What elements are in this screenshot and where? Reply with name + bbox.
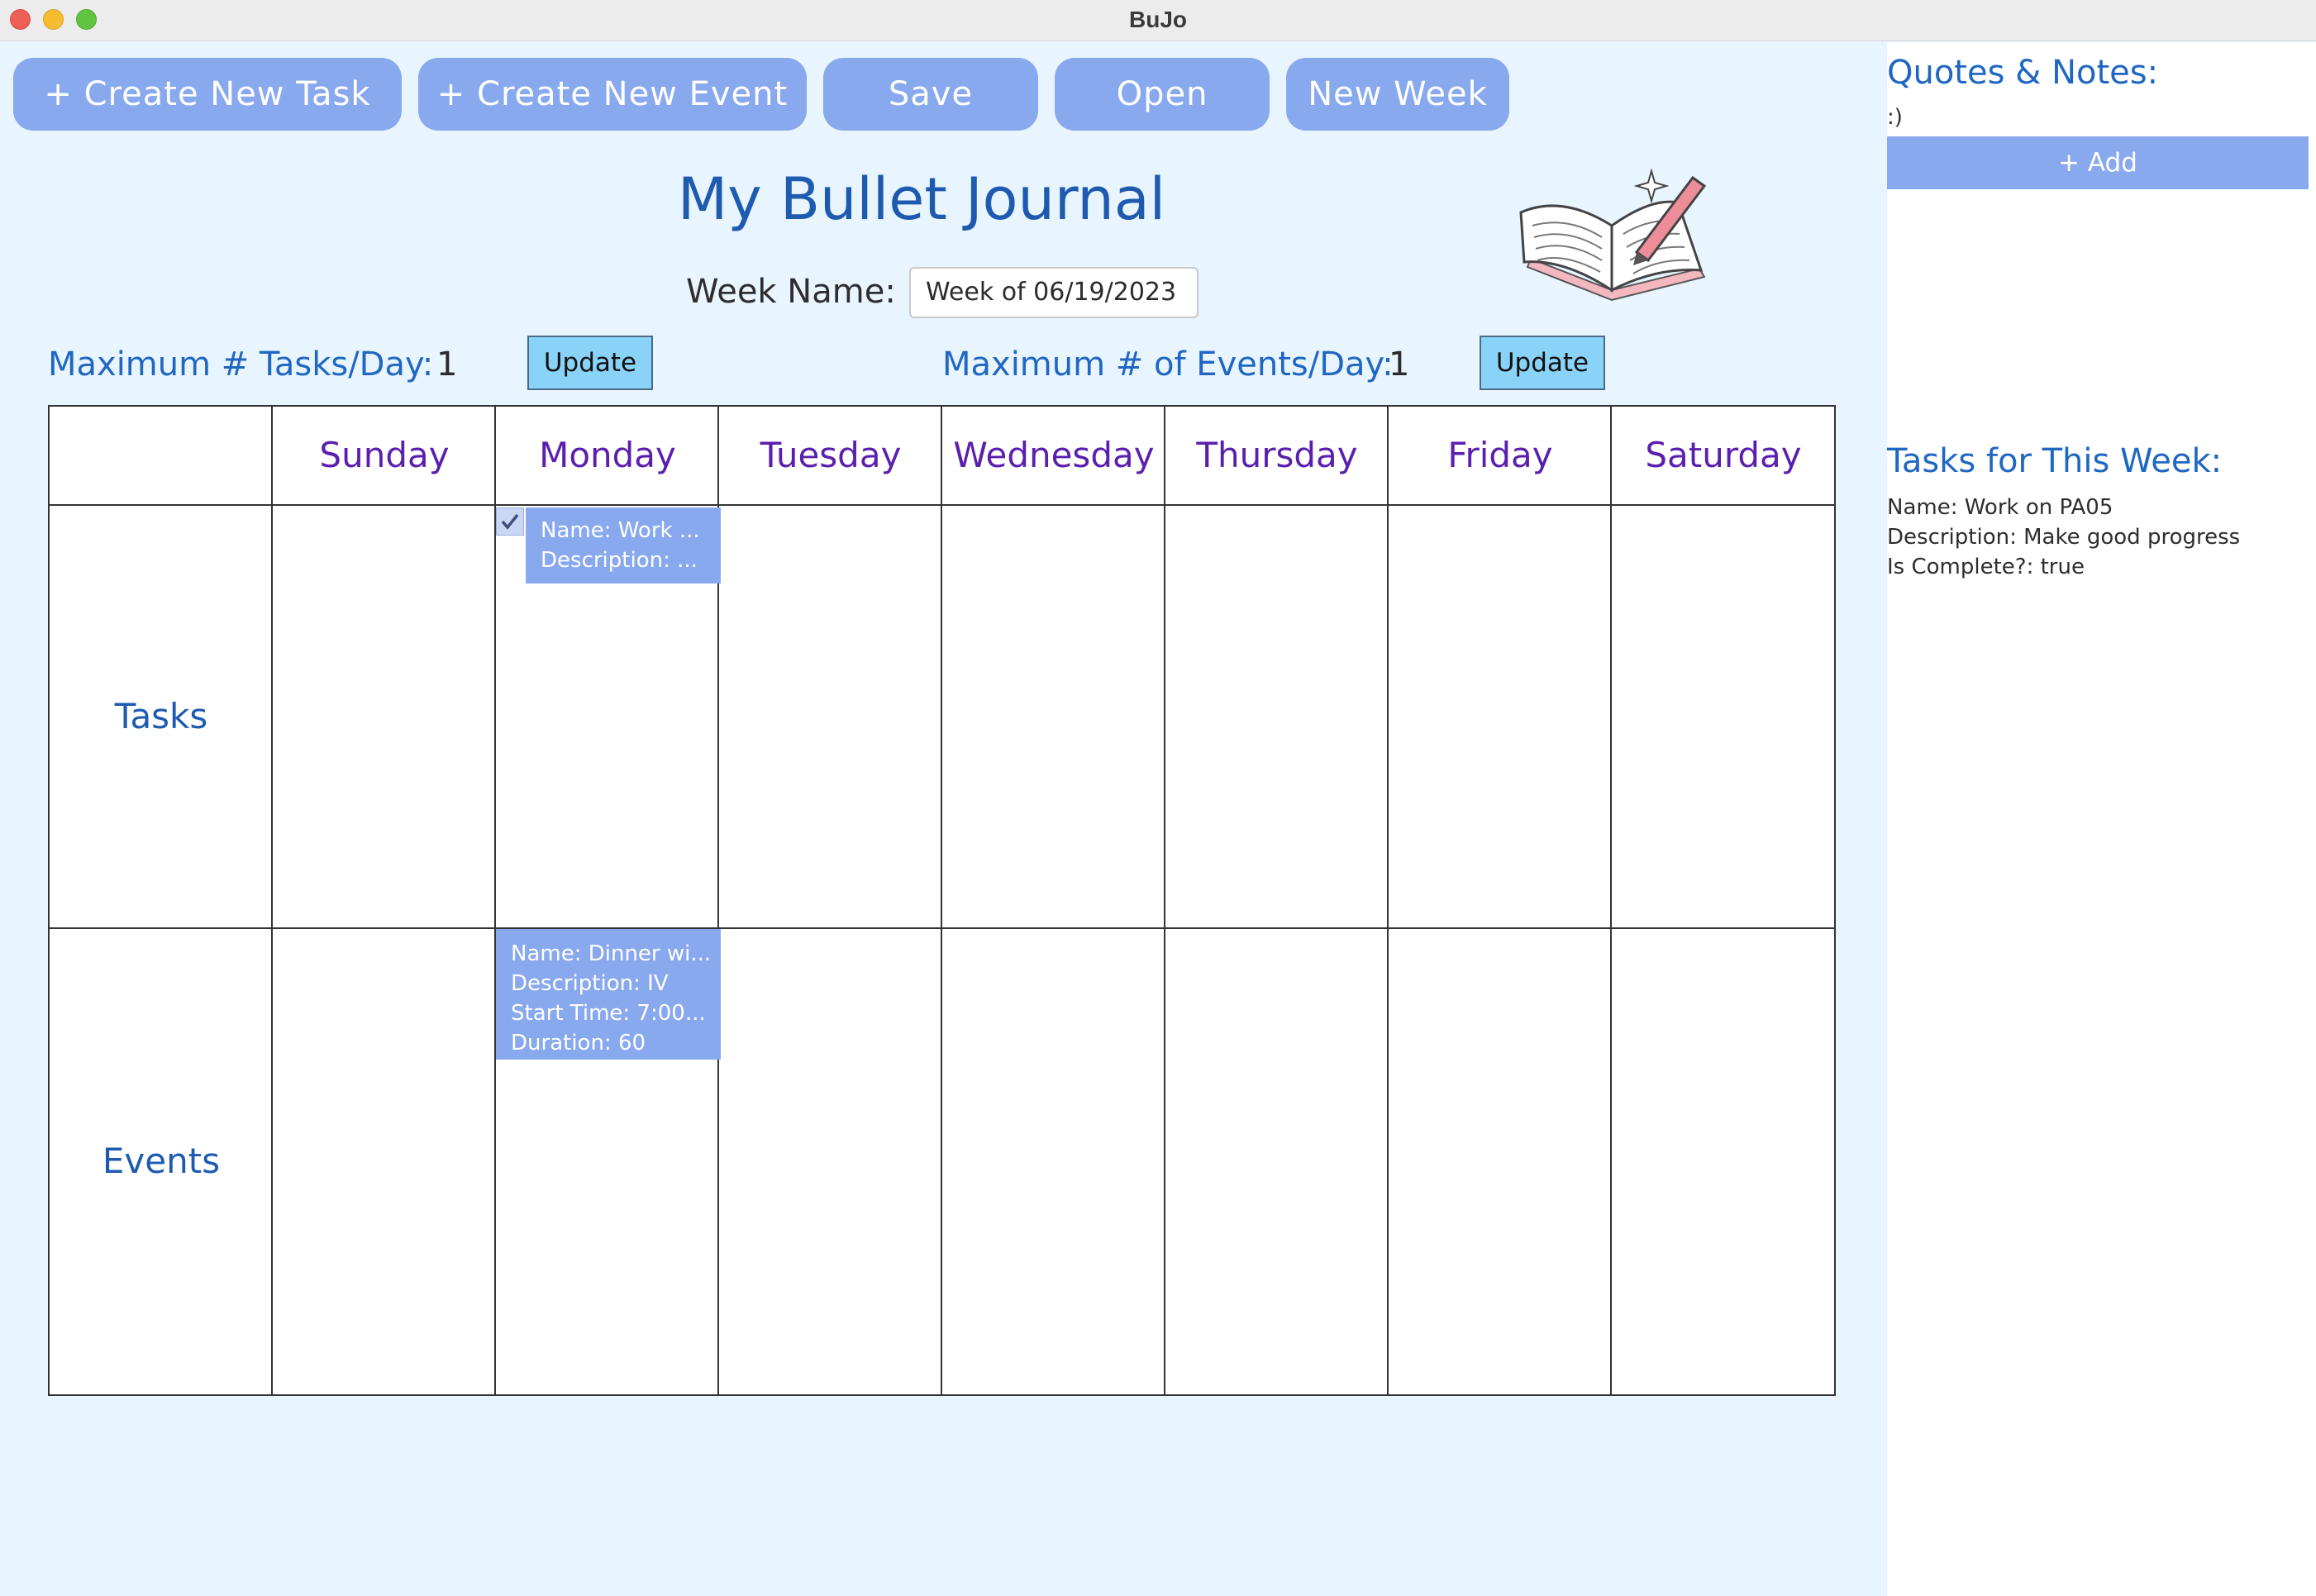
grid-divider xyxy=(1164,407,1165,1394)
event-card[interactable]: Name: Dinner wi... Description: IV Start… xyxy=(496,929,721,1060)
max-events-label: Maximum # of Events/Day: xyxy=(942,345,1394,384)
open-book-with-pen-icon xyxy=(1519,168,1707,302)
row-header-tasks: Tasks xyxy=(114,696,208,736)
event-card-description: Description: IV xyxy=(511,971,669,996)
task-card[interactable]: Name: Work ... Description: ... xyxy=(526,507,721,584)
right-sidebar: Quotes & Notes: :) + Add Tasks for This … xyxy=(1887,42,2316,1596)
window-title: BuJo xyxy=(1129,7,1187,32)
grid-divider xyxy=(50,927,1834,929)
grid-divider xyxy=(1387,407,1389,1394)
day-header-saturday: Saturday xyxy=(1645,435,1802,475)
row-header-events: Events xyxy=(102,1141,221,1181)
task-card-description: Description: ... xyxy=(541,548,698,573)
week-name-field[interactable]: Week of 06/19/2023 xyxy=(909,267,1199,318)
save-button[interactable]: Save xyxy=(823,58,1038,131)
task-complete-checkbox[interactable] xyxy=(496,507,524,536)
app-window: BuJo + Create New Task + Create New Even… xyxy=(0,0,2316,1596)
grid-divider xyxy=(50,504,1834,506)
create-new-event-button[interactable]: + Create New Event xyxy=(418,58,807,131)
event-card-name: Name: Dinner wi... xyxy=(511,941,712,966)
week-task-complete: Is Complete?: true xyxy=(1887,555,2085,579)
max-events-value[interactable]: 1 xyxy=(1389,345,1409,384)
day-header-sunday: Sunday xyxy=(319,435,450,475)
day-header-tuesday: Tuesday xyxy=(760,435,902,475)
grid-divider xyxy=(941,407,942,1394)
title-bar: BuJo xyxy=(0,0,2316,41)
tasks-for-week-heading: Tasks for This Week: xyxy=(1887,442,2223,480)
max-tasks-value[interactable]: 1 xyxy=(436,345,457,384)
max-tasks-label: Maximum # Tasks/Day: xyxy=(48,345,434,384)
day-header-friday: Friday xyxy=(1447,435,1553,475)
day-header-thursday: Thursday xyxy=(1196,435,1358,475)
week-task-description: Description: Make good progress xyxy=(1887,525,2241,550)
day-header-monday: Monday xyxy=(539,435,676,475)
day-header-wednesday: Wednesday xyxy=(953,435,1155,475)
add-note-button[interactable]: + Add xyxy=(1887,136,2309,189)
week-grid: Sunday Monday Tuesday Wednesday Thursday… xyxy=(48,405,1836,1396)
quotes-notes-text: :) xyxy=(1887,105,1903,130)
page-title: My Bullet Journal xyxy=(677,165,1166,233)
quotes-notes-heading: Quotes & Notes: xyxy=(1887,54,2159,92)
new-week-button[interactable]: New Week xyxy=(1286,58,1509,131)
update-max-tasks-button[interactable]: Update xyxy=(527,336,653,390)
grid-divider xyxy=(494,407,496,1394)
task-card-name: Name: Work ... xyxy=(541,518,700,543)
event-card-duration: Duration: 60 xyxy=(511,1031,646,1055)
open-button[interactable]: Open xyxy=(1055,58,1270,131)
week-name-label: Week Name: xyxy=(686,273,896,311)
checkmark-icon xyxy=(501,513,519,530)
grid-divider xyxy=(271,407,273,1394)
grid-divider xyxy=(1610,407,1612,1394)
create-new-task-button[interactable]: + Create New Task xyxy=(13,58,402,131)
week-task-name: Name: Work on PA05 xyxy=(1887,495,2113,520)
update-max-events-button[interactable]: Update xyxy=(1480,336,1605,390)
event-card-start-time: Start Time: 7:00... xyxy=(511,1001,706,1026)
